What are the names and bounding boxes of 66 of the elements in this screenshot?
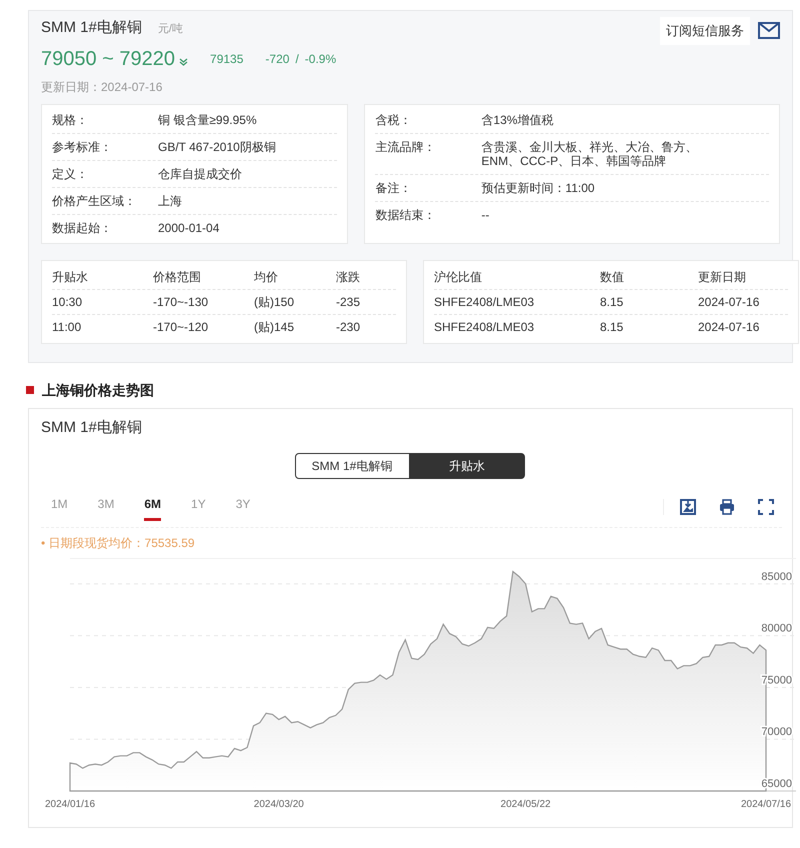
field-label: 主流品牌： [375,140,436,156]
x-axis-label: 2024/01/16 [44,799,96,810]
column-header: 价格范围 [153,270,201,284]
toggle-option[interactable]: 升贴水 [410,453,524,479]
column-header: 升贴水 [52,270,88,284]
table-cell: 10:30 [52,294,82,308]
separator: / [295,50,299,68]
field-label: 数据起始： [52,220,113,234]
table-cell: -230 [336,320,360,334]
price-change: -720 [265,50,290,68]
table-cell: 8.15 [600,294,624,308]
field-label: 含税： [375,112,412,126]
table-cell: SHFE2408/LME03 [434,320,534,334]
print-icon[interactable] [719,499,735,515]
field-value: 2000-01-04 [158,220,220,234]
update-date: 更新日期：2024-07-16 [41,78,164,96]
table-cell: -170~-130 [153,294,208,308]
table-cell: 2024-07-16 [698,320,760,334]
mail-icon[interactable] [758,22,780,39]
price-range: 79050 ~ 79220 [41,46,176,72]
field-label: 定义： [52,166,89,180]
average-price: 79135 [210,50,244,68]
column-header: 涨跌 [336,270,360,284]
field-value: 仓库自提成交价 [158,166,242,180]
field-value: -- [481,208,490,222]
field-value: 含贵溪、金川大板、祥光、大冶、鲁方、ENM、CCC-P、日本、韩国等品牌 [481,140,698,168]
x-axis-label: 2024/07/16 [740,799,792,810]
y-axis-label: 85000 [761,570,792,583]
section-title: 上海铜价格走势图 [42,380,154,400]
field-value: 铜 银含量≥99.95% [158,112,257,126]
range-tab[interactable]: 6M [144,493,162,521]
field-label: 参考标准： [52,140,113,154]
section-marker-icon [26,386,34,394]
column-header: 数值 [600,270,624,284]
table-cell: -170~-120 [153,320,208,334]
product-title: SMM 1#电解铜 [41,18,142,38]
table-cell: (贴)145 [254,320,294,334]
field-label: 规格： [52,112,89,126]
subscribe-button[interactable]: 订阅短信服务 [660,17,750,44]
field-value: 含13%增值税 [481,112,554,126]
field-value: GB/T 467-2010阴极铜 [158,140,276,154]
toggle-option[interactable]: SMM 1#电解铜 [294,453,410,479]
column-header: 更新日期 [698,270,746,284]
table-cell: 8.15 [600,320,624,334]
average-note: • 日期段现货均价：75535.59 [41,527,782,552]
field-value: 预估更新时间：11:00 [481,180,595,194]
table-cell: SHFE2408/LME03 [434,294,534,308]
unit-label: 元/吨 [158,22,183,37]
fullscreen-icon[interactable] [758,499,774,515]
x-axis-label: 2024/03/20 [254,799,304,810]
change-percent: -0.9% [304,50,336,68]
column-header: 均价 [254,270,278,284]
down-trend-icon [179,58,188,66]
field-value: 上海 [158,194,182,208]
field-label: 备注： [375,180,412,194]
column-header: 沪伦比值 [434,270,482,284]
field-label: 价格产生区域： [52,194,137,208]
x-axis-label: 2024/05/22 [500,799,551,810]
image-download-icon[interactable] [680,499,696,515]
table-cell: -235 [336,294,360,308]
table-cell: 2024-07-16 [698,294,760,308]
table-cell: (贴)150 [254,294,294,308]
table-cell: 11:00 [52,320,82,334]
field-label: 数据结束： [375,208,436,222]
y-axis-label: 80000 [761,622,792,635]
chart-title: SMM 1#电解铜 [41,418,143,438]
